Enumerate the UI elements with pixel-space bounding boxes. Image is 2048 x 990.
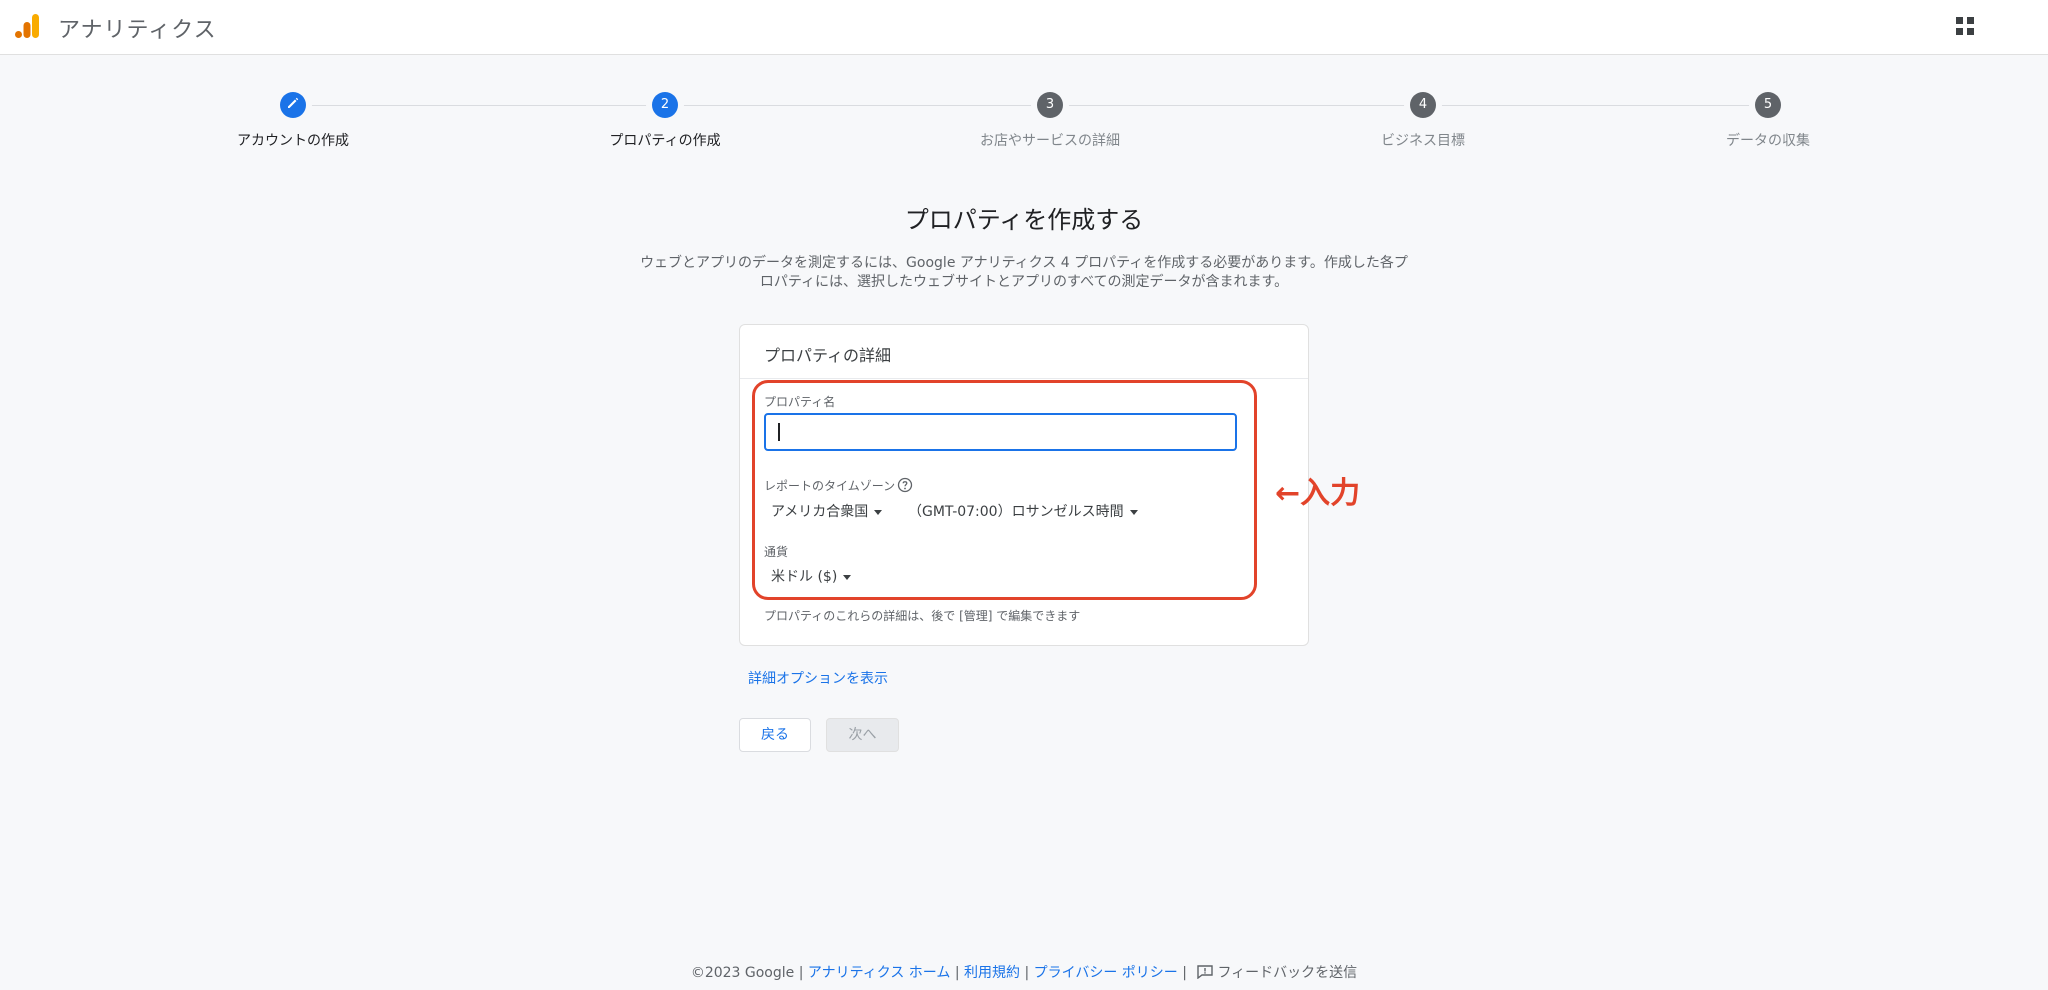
page-title: プロパティを作成する [904,206,1144,234]
back-button[interactable]: 戻る [739,718,811,752]
app-title: アナリティクス [58,18,217,43]
feedback-icon [1197,965,1214,979]
pencil-icon [288,97,299,108]
show-advanced-options-link[interactable]: 詳細オプションを表示 [748,668,888,688]
step-2-number: 2 [652,92,678,118]
analytics-logo-icon[interactable] [14,13,40,39]
step-1-label: アカウントの作成 [237,133,349,149]
footer-separator: | [950,965,965,981]
analytics-home-link[interactable]: アナリティクス ホーム [808,965,951,981]
step-4-label: ビジネス目標 [1381,133,1465,149]
terms-link[interactable]: 利用規約 [964,965,1020,981]
copyright-text: ©2023 Google [690,965,795,981]
step-3-number: 3 [1037,92,1063,118]
footer-separator: | [1177,965,1192,981]
edit-later-note: プロパティのこれらの詳細は、後で [管理] で編集できます [764,609,1081,623]
next-button[interactable]: 次へ [826,718,899,752]
send-feedback-label: フィードバックを送信 [1217,965,1358,981]
annotation-highlight-box [752,380,1257,600]
step-3-label: お店やサービスの詳細 [980,133,1120,149]
privacy-policy-link[interactable]: プライバシー ポリシー [1034,965,1178,981]
step-5-number: 5 [1755,92,1781,118]
setup-stepper: アカウントの作成 2 プロパティの作成 3 お店やサービスの詳細 4 ビジネス目… [0,92,2048,162]
step-2-label: プロパティの作成 [609,133,721,149]
step-4-number: 4 [1410,92,1436,118]
send-feedback-link[interactable]: フィードバックを送信 [1191,965,1357,981]
step-5-label: データの収集 [1726,133,1810,149]
step-business-objectives: 4 ビジネス目標 [1303,92,1543,150]
annotation-input-label: ←入力 [1275,476,1361,511]
footer-separator: | [1020,965,1034,981]
step-data-collection: 5 データの収集 [1648,92,1888,150]
step-account-creation: アカウントの作成 [173,92,413,150]
top-app-bar: アナリティクス [0,0,2048,55]
footer: ©2023 Google | アナリティクス ホーム | 利用規約 | プライバ… [0,962,2048,982]
page-description: ウェブとアプリのデータを測定するには、Google アナリティクス 4 プロパテ… [640,255,1408,290]
apps-grid-icon[interactable] [1955,16,1975,36]
step-business-details: 3 お店やサービスの詳細 [930,92,1170,150]
step-1-done-dot [280,92,306,118]
step-property-creation: 2 プロパティの作成 [545,92,785,150]
footer-separator: | [794,965,808,981]
card-header: プロパティの詳細 [740,325,1308,379]
